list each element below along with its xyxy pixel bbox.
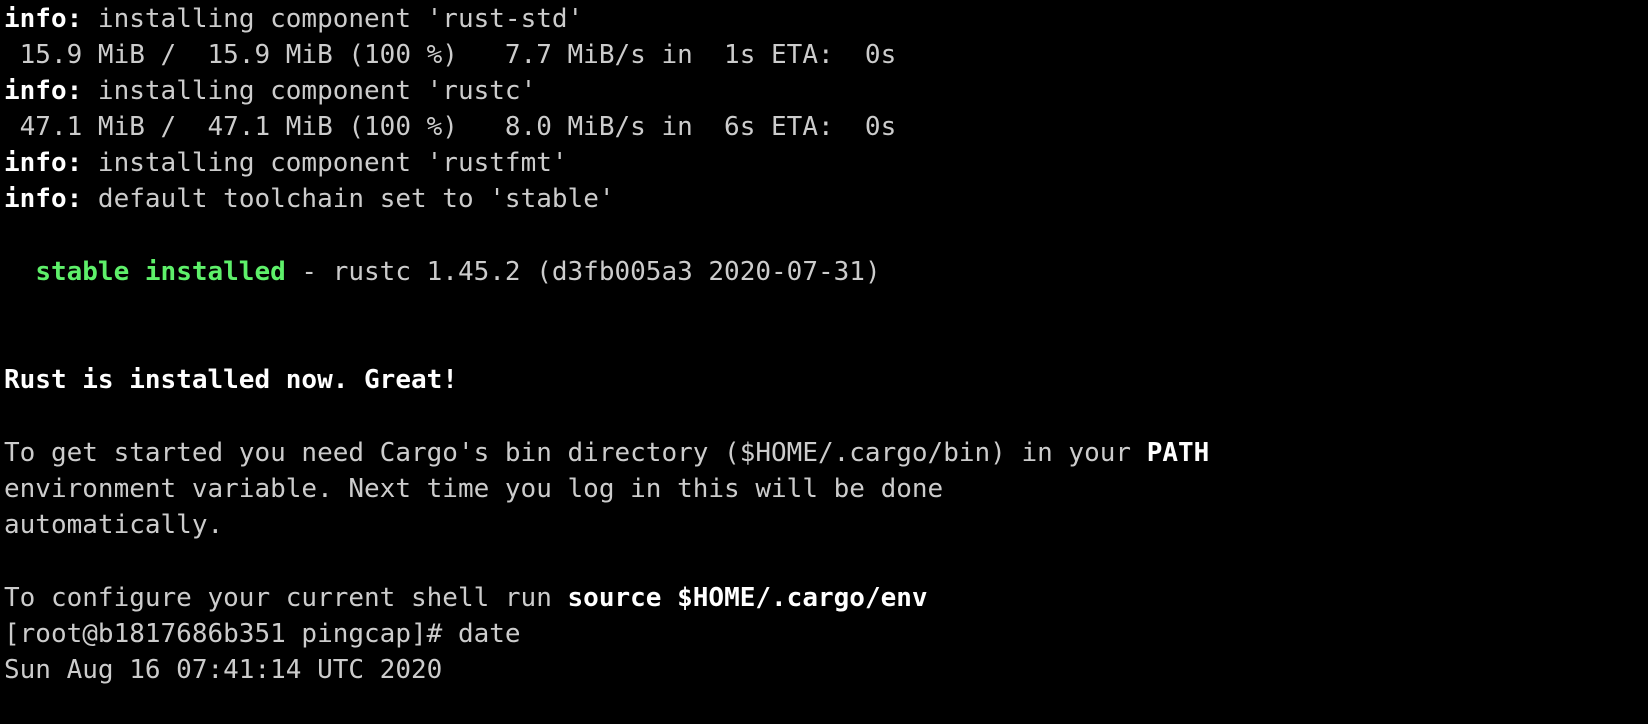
log-line-install-rust-std: info: installing component 'rust-std' [4, 0, 583, 38]
rustc-version-text: - rustc 1.45.2 (d3fb005a3 2020-07-31) [285, 257, 881, 287]
info-prefix: info: [4, 76, 83, 106]
source-command: source $HOME/.cargo/env [567, 583, 928, 613]
info-prefix: info: [4, 4, 83, 34]
path-keyword: PATH [1146, 438, 1210, 468]
log-text: installing component 'rustc' [82, 76, 537, 106]
path-instructions-line-2: environment variable. Next time you log … [4, 470, 943, 508]
install-success-heading: Rust is installed now. Great! [4, 361, 458, 399]
info-prefix: info: [4, 184, 83, 214]
progress-text: 15.9 MiB / 15.9 MiB (100 %) 7.7 MiB/s in… [4, 40, 897, 70]
shell-prompt-line: [root@b1817686b351 pingcap]# date [4, 615, 521, 653]
terminal-window[interactable]: info: installing component 'rust-std' 15… [0, 0, 1648, 724]
instructions-text: To get started you need Cargo's bin dire… [4, 438, 1147, 468]
date-output-line: Sun Aug 16 07:41:14 UTC 2020 [4, 651, 442, 689]
instructions-text: To configure your current shell run [4, 583, 568, 613]
log-text: installing component 'rustfmt' [82, 148, 568, 178]
success-message: Rust is installed now. Great! [4, 365, 458, 395]
toolchain-status-line: stable installed - rustc 1.45.2 (d3fb005… [4, 253, 881, 291]
log-text: default toolchain set to 'stable' [82, 184, 615, 214]
progress-line-rustc: 47.1 MiB / 47.1 MiB (100 %) 8.0 MiB/s in… [4, 108, 897, 146]
date-output: Sun Aug 16 07:41:14 UTC 2020 [4, 655, 443, 685]
log-line-install-rustfmt: info: installing component 'rustfmt' [4, 144, 568, 182]
stable-installed-status: stable installed [35, 257, 286, 287]
path-instructions-line-1: To get started you need Cargo's bin dire… [4, 434, 1209, 472]
log-line-default-toolchain: info: default toolchain set to 'stable' [4, 180, 615, 218]
path-instructions-line-3: automatically. [4, 506, 223, 544]
info-prefix: info: [4, 148, 83, 178]
progress-text: 47.1 MiB / 47.1 MiB (100 %) 8.0 MiB/s in… [4, 112, 897, 142]
log-text: installing component 'rust-std' [82, 4, 584, 34]
configure-shell-line: To configure your current shell run sour… [4, 579, 928, 617]
instructions-text: automatically. [4, 510, 224, 540]
progress-line-rust-std: 15.9 MiB / 15.9 MiB (100 %) 7.7 MiB/s in… [4, 36, 897, 74]
prompt-command: [root@b1817686b351 pingcap]# date [4, 619, 521, 649]
instructions-text: environment variable. Next time you log … [4, 474, 944, 504]
log-line-install-rustc: info: installing component 'rustc' [4, 72, 536, 110]
